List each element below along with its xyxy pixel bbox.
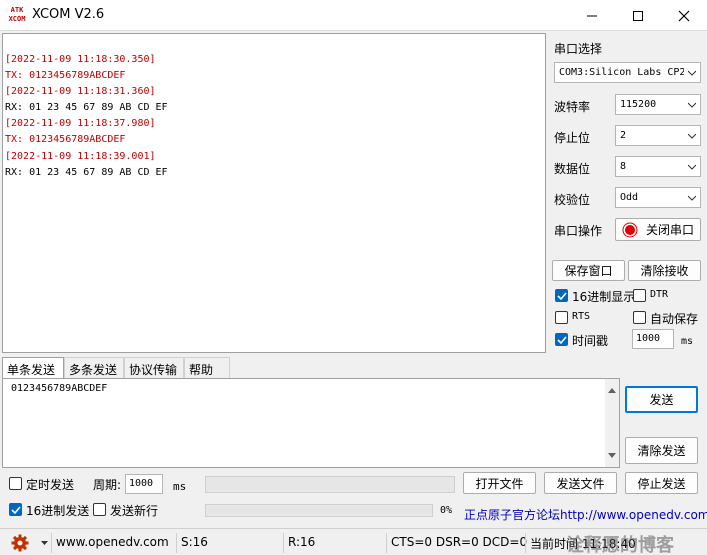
period-label: 周期: xyxy=(93,478,122,492)
received-count: R:16 xyxy=(283,533,383,553)
log-line: [2022-11-09 11:18:39.001] xyxy=(5,150,156,162)
watermark: 诠释愿的博客 xyxy=(566,535,674,555)
send-file-button[interactable]: 发送文件 xyxy=(544,472,617,494)
dtr-checkbox[interactable] xyxy=(633,289,646,302)
tab-protocol[interactable]: 协议传输 xyxy=(124,357,184,378)
checkmark-icon xyxy=(11,506,21,515)
receive-area[interactable]: [2022-11-09 11:18:30.350] TX: 0123456789A… xyxy=(2,33,546,353)
close-port-button[interactable]: 关闭串口 xyxy=(615,218,701,241)
parity-select[interactable]: Odd xyxy=(615,187,701,208)
timestamp-label: 时间戳 xyxy=(572,334,609,348)
auto-save-label: 自动保存 xyxy=(650,312,699,326)
hex-send-label: 16进制发送 xyxy=(26,504,90,518)
stopbits-select[interactable]: 2 xyxy=(615,125,701,146)
parity-label: 校验位 xyxy=(554,193,591,207)
port-select[interactable]: COM3:Silicon Labs CP2 xyxy=(554,62,701,83)
log-line: [2022-11-09 11:18:31.360] xyxy=(5,86,156,98)
operation-label: 串口操作 xyxy=(554,224,603,238)
minimize-icon xyxy=(587,15,597,16)
rts-checkbox[interactable] xyxy=(555,311,568,324)
sent-count: S:16 xyxy=(176,533,278,553)
log-line: TX: 0123456789ABCDEF xyxy=(5,134,126,146)
log-line: [2022-11-09 11:18:30.350] xyxy=(5,54,156,65)
send-input[interactable]: 0123456789ABCDEF xyxy=(11,383,107,394)
hex-display-label: 16进制显示 xyxy=(572,290,636,304)
hex-display-checkbox[interactable] xyxy=(555,289,568,302)
signal-status: CTS=0 DSR=0 DCD=0 xyxy=(386,533,527,553)
log-line: [2022-11-09 11:18:37.980] xyxy=(5,118,156,130)
checkmark-icon xyxy=(557,336,567,345)
log-line: RX: 01 23 45 67 89 AB CD EF xyxy=(5,166,168,178)
record-icon xyxy=(622,222,638,237)
scroll-down-icon[interactable] xyxy=(608,453,616,459)
progress-percent: 0% xyxy=(440,505,453,516)
port-select-label: 串口选择 xyxy=(554,42,603,56)
save-window-button[interactable]: 保存窗口 xyxy=(552,260,625,281)
maximize-icon xyxy=(633,10,643,21)
forum-link[interactable]: 正点原子官方论坛http://www.openedv.com/ xyxy=(464,506,707,523)
period-input[interactable]: 1000 xyxy=(125,474,163,494)
chevron-down-icon xyxy=(688,164,696,170)
rts-label: RTS xyxy=(572,311,591,322)
clear-receive-button[interactable]: 清除接收 xyxy=(628,260,701,281)
databits-label: 数据位 xyxy=(554,162,591,176)
clear-send-button[interactable]: 清除发送 xyxy=(625,437,698,464)
timestamp-interval-input[interactable]: 1000 xyxy=(632,329,674,349)
send-scrollbar[interactable] xyxy=(605,379,619,467)
hex-send-checkbox[interactable] xyxy=(9,503,22,516)
dropdown-caret-icon[interactable] xyxy=(41,541,48,546)
send-button[interactable]: 发送 xyxy=(625,386,698,413)
close-icon xyxy=(678,10,690,21)
gear-icon xyxy=(11,534,29,552)
chevron-down-icon xyxy=(688,133,696,139)
timed-send-checkbox[interactable] xyxy=(9,477,22,490)
checkmark-icon xyxy=(557,292,567,301)
send-panel: 0123456789ABCDEF xyxy=(2,378,620,468)
tab-single-send[interactable]: 单条发送 xyxy=(2,357,64,379)
send-newline-label: 发送新行 xyxy=(110,504,159,518)
chevron-down-icon xyxy=(688,195,696,201)
chevron-down-icon xyxy=(688,102,696,108)
send-progress-bar xyxy=(205,504,433,517)
stopbits-label: 停止位 xyxy=(554,131,591,145)
log-line: TX: 0123456789ABCDEF xyxy=(5,70,126,82)
maximize-button[interactable] xyxy=(615,0,661,31)
minimize-button[interactable] xyxy=(569,0,615,31)
timestamp-checkbox[interactable] xyxy=(555,333,568,346)
send-newline-checkbox[interactable] xyxy=(93,503,106,516)
baud-select[interactable]: 115200 xyxy=(615,94,701,115)
close-window-button[interactable] xyxy=(661,0,707,31)
scroll-up-icon[interactable] xyxy=(608,387,616,393)
open-file-button[interactable]: 打开文件 xyxy=(463,472,536,494)
settings-button[interactable] xyxy=(10,533,30,553)
status-bar: www.openedv.com S:16 R:16 CTS=0 DSR=0 DC… xyxy=(0,528,707,555)
app-logo: ATK XCOM xyxy=(8,6,26,23)
tab-help[interactable]: 帮助 xyxy=(184,357,230,378)
title-bar: ATK XCOM XCOM V2.6 xyxy=(0,0,707,31)
timestamp-unit: ms xyxy=(681,336,694,347)
auto-save-checkbox[interactable] xyxy=(633,311,646,324)
dtr-label: DTR xyxy=(650,289,669,300)
timed-send-label: 定时发送 xyxy=(26,478,75,492)
databits-select[interactable]: 8 xyxy=(615,156,701,177)
tab-multi-send[interactable]: 多条发送 xyxy=(64,357,124,378)
website-label[interactable]: www.openedv.com xyxy=(51,533,171,553)
chevron-down-icon xyxy=(688,70,696,76)
log-line: RX: 01 23 45 67 89 AB CD EF xyxy=(5,102,168,114)
window-title: XCOM V2.6 xyxy=(32,7,105,22)
stop-send-button[interactable]: 停止发送 xyxy=(625,472,698,494)
period-unit: ms xyxy=(173,480,187,493)
baud-label: 波特率 xyxy=(554,100,591,114)
file-progress-bar xyxy=(205,476,455,493)
